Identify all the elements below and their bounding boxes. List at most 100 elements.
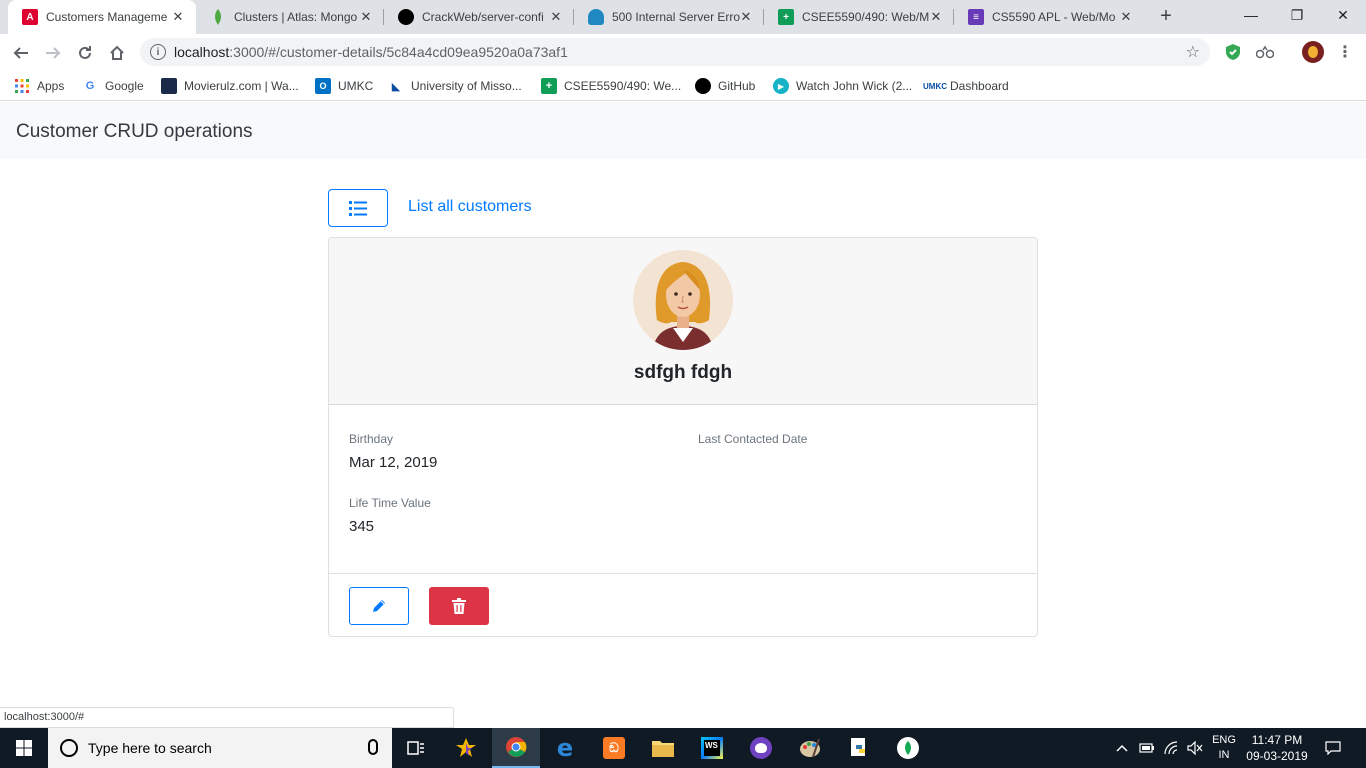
notification-icon bbox=[1325, 741, 1341, 755]
reload-icon bbox=[79, 46, 91, 59]
close-tab-icon[interactable]: ✕ bbox=[1118, 9, 1134, 25]
windows-taskbar: Type here to search e ඞ WS ENG IN 11:47 … bbox=[0, 728, 1366, 768]
tab-csee5590-sheet[interactable]: + CSEE5590/490: Web/M ✕ bbox=[764, 0, 954, 34]
bookmark-apps[interactable]: Apps bbox=[14, 77, 64, 95]
tab-cs5590-form[interactable]: ≡ CS5590 APL - Web/Mo ✕ bbox=[954, 0, 1144, 34]
action-center-button[interactable] bbox=[1318, 728, 1348, 768]
url-text: localhost:3000/#/customer-details/5c84a4… bbox=[174, 44, 568, 60]
star-app-icon bbox=[456, 738, 476, 757]
bookmark-dashboard[interactable]: UMKC Dashboard bbox=[923, 77, 1009, 95]
ltv-value: 345 bbox=[349, 518, 375, 535]
close-tab-icon[interactable]: ✕ bbox=[170, 9, 186, 25]
minimize-button[interactable]: — bbox=[1228, 0, 1274, 30]
volume-muted-tray-icon[interactable] bbox=[1184, 728, 1206, 768]
bookmark-label: Watch John Wick (2... bbox=[796, 79, 913, 93]
bookmark-umkc[interactable]: O UMKC bbox=[315, 77, 373, 95]
folder-icon bbox=[652, 741, 674, 757]
back-button[interactable] bbox=[8, 40, 34, 66]
forward-button[interactable] bbox=[40, 40, 66, 66]
google-icon: G bbox=[85, 80, 95, 92]
restore-button[interactable]: ❐ bbox=[1274, 0, 1320, 30]
tab-title: CS5590 APL - Web/Mo bbox=[992, 10, 1116, 24]
tab-title: CSEE5590/490: Web/M bbox=[802, 10, 930, 24]
tab-500-error[interactable]: 500 Internal Server Erro ✕ bbox=[574, 0, 764, 34]
forms-icon: ≡ bbox=[968, 9, 984, 25]
tab-title: 500 Internal Server Erro bbox=[612, 10, 740, 24]
home-button[interactable] bbox=[104, 40, 130, 66]
profile-avatar[interactable] bbox=[1302, 41, 1324, 63]
taskbar-paint[interactable] bbox=[786, 728, 834, 768]
clock-date: 09-03-2019 bbox=[1246, 749, 1308, 763]
forward-arrow-icon bbox=[46, 47, 61, 59]
taskbar-chrome[interactable] bbox=[492, 728, 540, 768]
bookmark-university-missouri[interactable]: ◣ University of Misso... bbox=[388, 77, 522, 95]
close-tab-icon[interactable]: ✕ bbox=[928, 9, 944, 25]
bookmark-label: GitHub bbox=[718, 79, 756, 93]
taskbar-python[interactable] bbox=[835, 728, 883, 768]
list-customers-button[interactable] bbox=[328, 189, 388, 227]
close-tab-icon[interactable]: ✕ bbox=[548, 9, 564, 25]
bookmark-label: University of Misso... bbox=[411, 79, 522, 93]
taskbar-webstorm[interactable]: WS bbox=[688, 728, 736, 768]
back-arrow-icon bbox=[13, 47, 28, 59]
show-hidden-icons-button[interactable] bbox=[1112, 728, 1132, 768]
region-code: IN bbox=[1218, 749, 1230, 761]
chevron-up-icon bbox=[1116, 744, 1128, 752]
taskbar-edge[interactable]: e bbox=[541, 728, 589, 768]
windows-logo-icon bbox=[16, 740, 32, 756]
tab-title: CrackWeb/server-confi bbox=[422, 10, 544, 24]
bookmark-csee5590[interactable]: + CSEE5590/490: We... bbox=[541, 77, 681, 95]
status-bar: localhost:3000/# bbox=[0, 707, 454, 728]
list-all-customers-link[interactable]: List all customers bbox=[408, 198, 532, 216]
taskbar-search[interactable]: Type here to search bbox=[48, 728, 392, 768]
address-bar[interactable]: i localhost:3000/#/customer-details/5c84… bbox=[140, 38, 1210, 66]
birthday-label: Birthday bbox=[349, 432, 394, 446]
delete-customer-button[interactable] bbox=[429, 587, 489, 625]
info-icon[interactable]: i bbox=[150, 44, 166, 60]
battery-tray-icon[interactable] bbox=[1136, 728, 1158, 768]
menu-kebab-icon[interactable]: ⋮ bbox=[1336, 43, 1354, 61]
movierulz-icon bbox=[161, 78, 177, 94]
navbar-brand[interactable]: Customer CRUD operations bbox=[16, 121, 253, 143]
wifi-tray-icon[interactable] bbox=[1160, 728, 1182, 768]
bookmark-label: Apps bbox=[37, 79, 65, 93]
new-tab-button[interactable]: + bbox=[1154, 5, 1178, 28]
bookmark-star-icon[interactable]: ☆ bbox=[1186, 42, 1200, 62]
bookmark-john-wick[interactable]: ▶ Watch John Wick (2... bbox=[773, 77, 912, 95]
tab-customers-management[interactable]: A Customers Manageme ✕ bbox=[8, 0, 196, 34]
github-desktop-icon bbox=[750, 737, 772, 759]
microphone-icon[interactable] bbox=[368, 739, 378, 755]
bookmark-label: Dashboard bbox=[950, 79, 1009, 93]
outlook-icon: O bbox=[315, 78, 331, 94]
input-language-indicator[interactable]: ENG IN bbox=[1208, 728, 1240, 768]
taskbar-github-desktop[interactable] bbox=[737, 728, 785, 768]
taskbar-xampp[interactable]: ඞ bbox=[590, 728, 638, 768]
ltv-label: Life Time Value bbox=[349, 496, 431, 510]
pencil-icon bbox=[373, 600, 385, 612]
tab-atlas-clusters[interactable]: Clusters | Atlas: Mongo ✕ bbox=[196, 0, 384, 34]
tab-title: Customers Manageme bbox=[46, 10, 168, 24]
bookmark-label: UMKC bbox=[338, 79, 374, 93]
apps-grid-icon bbox=[14, 78, 30, 94]
task-view-button[interactable] bbox=[392, 728, 440, 768]
close-tab-icon[interactable]: ✕ bbox=[738, 9, 754, 25]
bookmark-movierulz[interactable]: Movierulz.com | Wa... bbox=[161, 77, 299, 95]
customer-card-header: sdfgh fdgh bbox=[329, 238, 1037, 405]
close-tab-icon[interactable]: ✕ bbox=[358, 9, 374, 25]
taskbar-file-explorer[interactable] bbox=[639, 728, 687, 768]
play-icon: ▶ bbox=[773, 78, 789, 94]
system-clock[interactable]: 11:47 PM 09-03-2019 bbox=[1240, 732, 1314, 764]
browser-toolbar: i localhost:3000/#/customer-details/5c84… bbox=[0, 34, 1366, 71]
reload-button[interactable] bbox=[72, 40, 98, 66]
taskbar-mongodb-compass[interactable] bbox=[884, 728, 932, 768]
shield-extension-icon[interactable] bbox=[1224, 43, 1242, 61]
tab-github-crackweb[interactable]: CrackWeb/server-confi ✕ bbox=[384, 0, 574, 34]
bookmark-github[interactable]: GitHub bbox=[695, 77, 755, 95]
bookmark-google[interactable]: G Google bbox=[82, 77, 144, 95]
taskbar-app-star[interactable] bbox=[442, 728, 490, 768]
edit-customer-button[interactable] bbox=[349, 587, 409, 625]
start-button[interactable] bbox=[0, 728, 48, 768]
customer-avatar bbox=[633, 250, 733, 350]
extension-icon[interactable] bbox=[1256, 43, 1274, 61]
close-window-button[interactable]: ✕ bbox=[1320, 0, 1366, 30]
